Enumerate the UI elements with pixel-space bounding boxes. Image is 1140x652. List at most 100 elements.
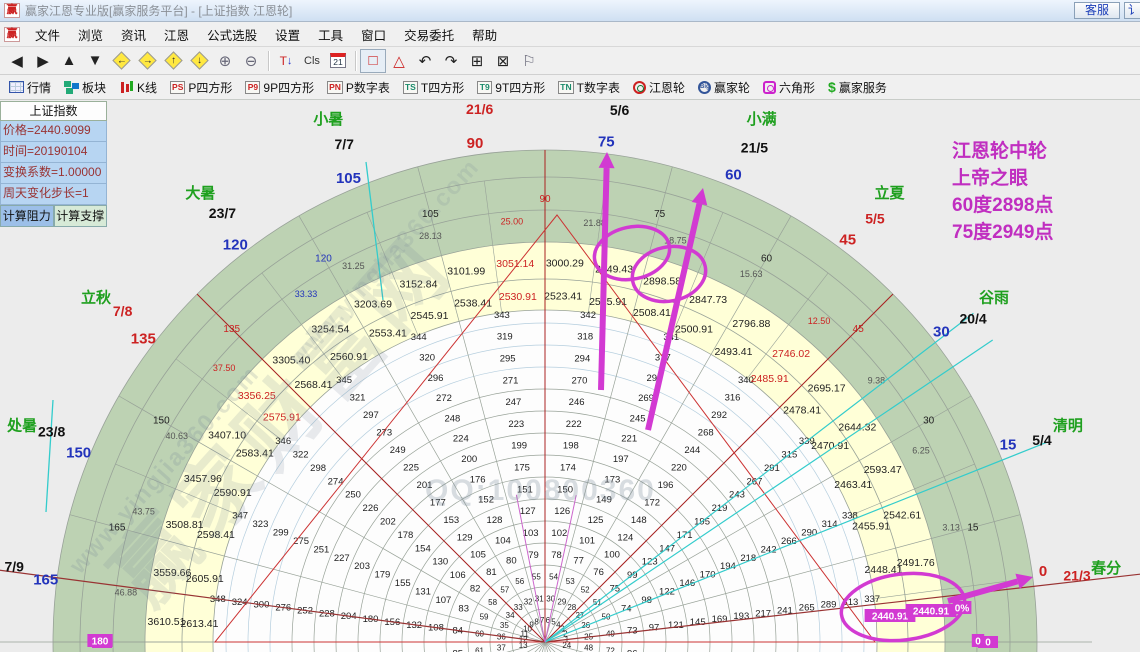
svg-text:15: 15 — [1000, 436, 1017, 453]
shift-left-icon[interactable]: ← — [108, 49, 134, 73]
module-button[interactable]: 六角形 — [760, 77, 818, 98]
nav-down-icon[interactable]: ▼ — [82, 49, 108, 73]
svg-text:245: 245 — [630, 413, 646, 424]
svg-text:48: 48 — [584, 644, 593, 652]
svg-text:165: 165 — [33, 572, 58, 589]
svg-text:272: 272 — [436, 393, 452, 404]
square-tool-icon[interactable]: □ — [360, 49, 386, 73]
rotate-ccw-icon[interactable]: ↶ — [412, 49, 438, 73]
svg-text:226: 226 — [363, 503, 379, 514]
module-button[interactable]: PN P数字表 — [324, 77, 393, 98]
parameter-row[interactable]: 变换系数=1.00000 — [0, 163, 107, 184]
svg-text:2500.91: 2500.91 — [675, 324, 713, 336]
menu-item[interactable]: 资讯 — [112, 26, 155, 46]
module-icon: TN — [558, 81, 573, 94]
annotation-line: 上帝之眼 — [952, 165, 1053, 192]
menu-item[interactable]: 设置 — [266, 26, 309, 46]
toolbar-separator — [355, 51, 356, 71]
calc-resistance-button[interactable]: 计算阻力 — [0, 205, 54, 227]
rotate-cw-icon[interactable]: ↷ — [438, 49, 464, 73]
svg-text:2613.41: 2613.41 — [180, 618, 218, 630]
nav-left-icon[interactable]: ◀ — [4, 49, 30, 73]
svg-text:104: 104 — [495, 535, 511, 546]
svg-text:60: 60 — [761, 253, 773, 264]
svg-text:2478.41: 2478.41 — [783, 404, 821, 416]
module-button[interactable]: T9 9T四方形 — [474, 77, 548, 98]
module-button[interactable]: P9 9P四方形 — [242, 77, 317, 98]
svg-text:60: 60 — [725, 167, 742, 184]
svg-text:2493.41: 2493.41 — [714, 346, 752, 358]
svg-text:21/3: 21/3 — [1063, 568, 1090, 584]
center-icon[interactable]: ⊠ — [490, 49, 516, 73]
module-icon: T9 — [477, 81, 492, 94]
calc-support-button[interactable]: 计算支撑 — [54, 205, 108, 227]
svg-text:9.38: 9.38 — [868, 376, 886, 386]
svg-text:78: 78 — [551, 550, 562, 561]
svg-text:120: 120 — [223, 237, 248, 254]
module-icon: $ — [828, 79, 836, 95]
parameter-row[interactable]: 时间=20190104 — [0, 142, 107, 163]
svg-text:320: 320 — [419, 352, 435, 363]
svg-text:34: 34 — [506, 611, 515, 620]
annotation-line: 江恩轮中轮 — [952, 138, 1053, 165]
module-button[interactable]: TN T数字表 — [555, 77, 623, 98]
module-icon: TS — [403, 81, 418, 94]
cls-button[interactable]: Cls — [299, 49, 325, 73]
svg-text:33.33: 33.33 — [295, 289, 318, 299]
clear-flag-icon[interactable]: ⚐ — [516, 49, 542, 73]
module-button[interactable]: TS T四方形 — [400, 77, 467, 98]
partial-button[interactable]: 讠 — [1124, 2, 1140, 19]
module-button[interactable]: 板块 — [61, 77, 109, 98]
zoom-out-icon[interactable]: ⊖ — [238, 49, 264, 73]
menu-item[interactable]: 江恩 — [155, 26, 198, 46]
svg-text:76: 76 — [593, 567, 604, 578]
parameter-row[interactable]: 价格=2440.9099 — [0, 121, 107, 142]
nav-up-icon[interactable]: ▲ — [56, 49, 82, 73]
svg-text:221: 221 — [621, 434, 637, 445]
menu-item[interactable]: 文件 — [26, 26, 69, 46]
svg-text:274: 274 — [328, 476, 344, 487]
svg-text:2508.41: 2508.41 — [633, 307, 671, 319]
triangle-tool-icon[interactable]: △ — [386, 49, 412, 73]
shift-up-icon[interactable]: ↑ — [160, 49, 186, 73]
svg-text:316: 316 — [725, 393, 741, 404]
menu-item[interactable]: 帮助 — [463, 26, 506, 46]
svg-text:249: 249 — [390, 445, 406, 456]
svg-text:2695.17: 2695.17 — [808, 382, 846, 394]
app-logo-icon: 赢 — [4, 3, 20, 18]
svg-text:90: 90 — [467, 135, 484, 152]
menu-item[interactable]: 公式选股 — [198, 26, 266, 46]
module-button[interactable]: K线 — [116, 77, 160, 98]
menu-item[interactable]: 窗口 — [352, 26, 395, 46]
menu-item[interactable]: 浏览 — [69, 26, 112, 46]
svg-text:0: 0 — [985, 638, 991, 649]
svg-text:谷雨: 谷雨 — [979, 289, 1009, 306]
svg-text:2542.61: 2542.61 — [883, 509, 921, 521]
svg-text:72: 72 — [606, 647, 615, 652]
module-button[interactable]: Big 赢家轮 — [695, 77, 753, 98]
support-button[interactable]: 客服 — [1074, 2, 1120, 19]
module-button[interactable]: $ 赢家服务 — [825, 77, 890, 98]
svg-text:179: 179 — [374, 570, 390, 581]
module-button[interactable]: PS P四方形 — [167, 77, 235, 98]
zoom-in-icon[interactable]: ⊕ — [212, 49, 238, 73]
nav-right-icon[interactable]: ▶ — [30, 49, 56, 73]
shift-right-icon[interactable]: → — [134, 49, 160, 73]
maximize-icon[interactable]: ⊞ — [464, 49, 490, 73]
calendar-icon[interactable]: 21 — [325, 49, 351, 73]
svg-text:小暑: 小暑 — [313, 110, 343, 128]
svg-text:2440.91: 2440.91 — [913, 607, 950, 618]
menu-item[interactable]: 交易委托 — [395, 26, 463, 46]
svg-text:154: 154 — [415, 543, 431, 554]
svg-text:198: 198 — [563, 441, 579, 452]
shift-down-icon[interactable]: ↓ — [186, 49, 212, 73]
t-scale-icon[interactable]: T↓ — [273, 49, 299, 73]
svg-text:大暑: 大暑 — [185, 184, 215, 202]
module-button[interactable]: 行情 — [6, 77, 54, 98]
svg-text:250: 250 — [345, 490, 361, 501]
svg-text:135: 135 — [131, 330, 156, 347]
parameter-row[interactable]: 周天变化步长=1 — [0, 184, 107, 205]
module-button[interactable]: 江恩轮 — [630, 77, 688, 98]
svg-text:105: 105 — [336, 170, 361, 187]
menu-item[interactable]: 工具 — [309, 26, 352, 46]
